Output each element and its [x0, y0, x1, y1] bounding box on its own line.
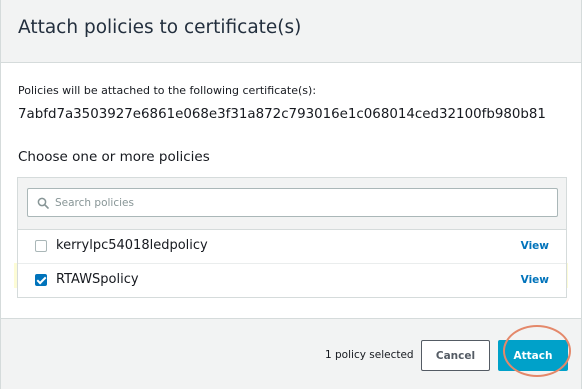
policy-checkbox-checked[interactable]	[35, 274, 47, 286]
policy-name: kerrylpc54018ledpolicy	[56, 238, 208, 253]
certificate-intro-text: Policies will be attached to the followi…	[18, 84, 317, 97]
policies-heading: Choose one or more policies	[18, 149, 210, 165]
attach-button[interactable]: Attach	[498, 340, 568, 371]
cancel-button[interactable]: Cancel	[421, 340, 490, 371]
dialog-header: Attach policies to certificate(s)	[1, 0, 581, 63]
dialog-footer: 1 policy selected Cancel Attach	[1, 318, 581, 389]
view-policy-link[interactable]: View	[521, 240, 549, 252]
search-policies-input[interactable]	[55, 192, 550, 213]
search-box[interactable]	[27, 188, 558, 217]
policy-row-selected[interactable]: RTAWSpolicy View	[18, 264, 566, 297]
view-policy-link[interactable]: View	[521, 274, 549, 286]
policy-selector-panel: kerrylpc54018ledpolicy View RTAWSpolicy …	[17, 177, 567, 298]
policy-checkbox[interactable]	[35, 240, 47, 252]
selection-count: 1 policy selected	[325, 349, 414, 361]
policy-name: RTAWSpolicy	[56, 272, 139, 287]
certificate-id: 7abfd7a3503927e6861e068e3f31a872c793016e…	[18, 107, 546, 122]
search-icon	[37, 197, 49, 209]
dialog-title: Attach policies to certificate(s)	[18, 17, 302, 38]
search-area	[18, 178, 566, 230]
policy-row[interactable]: kerrylpc54018ledpolicy View	[18, 230, 566, 264]
attach-policies-dialog: Attach policies to certificate(s) Polici…	[0, 0, 582, 389]
